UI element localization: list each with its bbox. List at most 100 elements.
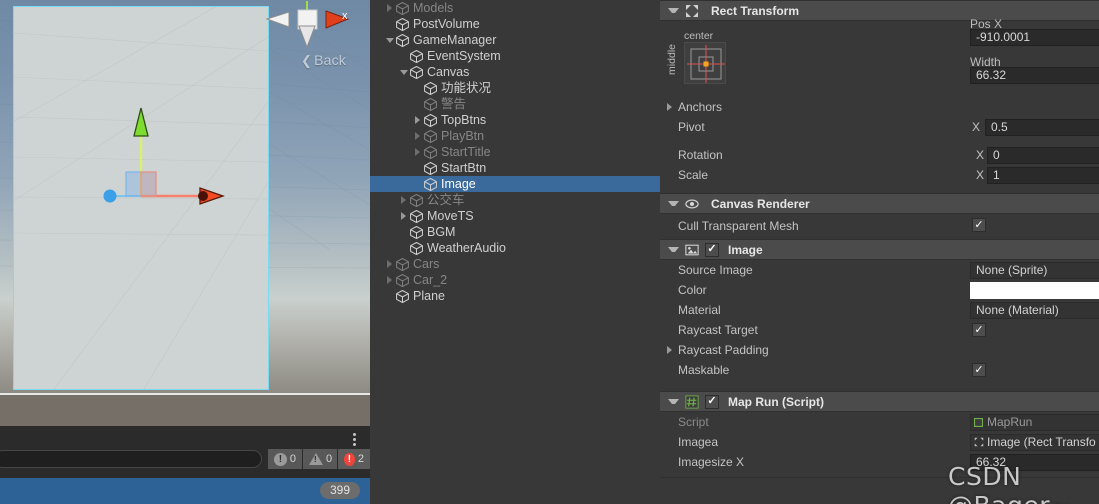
- hierarchy-item-postvolume[interactable]: PostVolume: [370, 16, 660, 32]
- move-gizmo[interactable]: [95, 100, 240, 205]
- component-header-canvas-renderer[interactable]: Canvas Renderer: [660, 193, 1099, 214]
- chevron-right-icon[interactable]: [412, 112, 423, 128]
- console-log-count-button[interactable]: ! 0: [268, 449, 302, 469]
- material-value: None (Material): [976, 303, 1059, 317]
- hierarchy-item-starttitle[interactable]: StartTitle: [370, 144, 660, 160]
- material-row: Material None (Material): [660, 300, 1099, 320]
- chevron-right-icon[interactable]: [384, 0, 395, 16]
- pivot-row: Pivot X 0.5: [660, 117, 1099, 137]
- scale-x-field[interactable]: 1: [987, 166, 1099, 184]
- hierarchy-item-label: StartBtn: [441, 161, 487, 175]
- collapse-triangle-icon[interactable]: [668, 247, 679, 252]
- hierarchy-item-eventsystem[interactable]: EventSystem: [370, 48, 660, 64]
- gameobject-cube-icon: [395, 273, 413, 288]
- cull-transparent-mesh-checkbox[interactable]: [972, 218, 986, 232]
- anchor-preset-widget[interactable]: [684, 42, 726, 84]
- scene-back-button[interactable]: ❮ Back: [301, 52, 346, 69]
- unity-editor-window: x ❮Back ! 0 0 ! 2 399 Models PostVolume Ga…: [0, 0, 1099, 504]
- rotation-x-field[interactable]: 0: [987, 146, 1099, 164]
- chevron-right-icon[interactable]: [398, 208, 409, 224]
- source-image-field[interactable]: None (Sprite): [970, 262, 1099, 279]
- collapse-triangle-icon[interactable]: [668, 201, 679, 206]
- gameobject-cube-icon: [423, 97, 441, 112]
- chevron-right-icon[interactable]: [384, 272, 395, 288]
- hierarchy-item-plane[interactable]: Plane: [370, 288, 660, 304]
- gameobject-cube-icon: [395, 257, 413, 272]
- hierarchy-item-功能状况[interactable]: 功能状况: [370, 80, 660, 96]
- pivot-label: Pivot: [678, 120, 705, 134]
- hierarchy-item-car_2[interactable]: Car_2: [370, 272, 660, 288]
- chevron-down-icon[interactable]: [398, 64, 409, 80]
- console-search-input[interactable]: [0, 450, 262, 468]
- gameobject-cube-icon: [395, 1, 413, 16]
- gameobject-cube-icon: [395, 289, 413, 304]
- hierarchy-item-image[interactable]: Image: [370, 176, 660, 192]
- hierarchy-item-label: TopBtns: [441, 113, 487, 127]
- component-header-map-run[interactable]: Map Run (Script): [660, 391, 1099, 412]
- imagesize-x-field[interactable]: 66.32: [970, 454, 1099, 471]
- more-options-icon[interactable]: [347, 431, 361, 447]
- scene-orientation-gizmo[interactable]: x: [262, 0, 352, 48]
- hierarchy-item-weatheraudio[interactable]: WeatherAudio: [370, 240, 660, 256]
- script-field[interactable]: MapRun: [970, 414, 1099, 431]
- expand-triangle-icon[interactable]: [667, 103, 672, 111]
- collapse-triangle-icon[interactable]: [668, 8, 679, 13]
- warning-icon: [309, 453, 323, 465]
- material-label: Material: [678, 303, 721, 317]
- hierarchy-item-models[interactable]: Models: [370, 0, 660, 16]
- script-row: Script MapRun: [660, 412, 1099, 432]
- hierarchy-item-label: PostVolume: [413, 17, 480, 31]
- chevron-right-icon[interactable]: [384, 256, 395, 272]
- hierarchy-item-bgm[interactable]: BGM: [370, 224, 660, 240]
- component-header-rect-transform[interactable]: Rect Transform: [660, 0, 1099, 21]
- hierarchy-item-topbtns[interactable]: TopBtns: [370, 112, 660, 128]
- chevron-left-icon: ❮: [300, 53, 313, 68]
- hierarchy-item-公交车[interactable]: 公交车: [370, 192, 660, 208]
- script-label: Script: [678, 415, 709, 429]
- log-icon: !: [274, 452, 287, 466]
- hierarchy-item-startbtn[interactable]: StartBtn: [370, 160, 660, 176]
- gameobject-cube-icon: [423, 145, 441, 160]
- chevron-down-icon[interactable]: [384, 32, 395, 48]
- chevron-right-icon[interactable]: [412, 128, 423, 144]
- console-warning-count-button[interactable]: 0: [303, 449, 337, 469]
- hierarchy-item-cars[interactable]: Cars: [370, 256, 660, 272]
- game-view[interactable]: [0, 393, 370, 426]
- raycast-padding-row[interactable]: Raycast Padding: [660, 340, 1099, 360]
- error-count-value: 2: [357, 453, 364, 465]
- pos-x-field[interactable]: -910.0001: [970, 29, 1099, 46]
- imagea-field[interactable]: Image (Rect Transfo: [970, 434, 1099, 451]
- hierarchy-item-警告[interactable]: 警告: [370, 96, 660, 112]
- hierarchy-item-playbtn[interactable]: PlayBtn: [370, 128, 660, 144]
- collapse-triangle-icon[interactable]: [668, 399, 679, 404]
- width-field[interactable]: 66.32: [970, 67, 1099, 84]
- hierarchy-item-gamemanager[interactable]: GameManager: [370, 32, 660, 48]
- hierarchy-item-label: PlayBtn: [441, 129, 485, 143]
- anchors-row[interactable]: Anchors: [660, 97, 1099, 117]
- hierarchy-item-movets[interactable]: MoveTS: [370, 208, 660, 224]
- eye-icon: [685, 198, 699, 209]
- raycast-target-checkbox[interactable]: [972, 323, 986, 337]
- image-enabled-checkbox[interactable]: [705, 242, 719, 257]
- color-label: Color: [678, 283, 707, 297]
- hierarchy-item-canvas[interactable]: Canvas: [370, 64, 660, 80]
- hierarchy-item-label: EventSystem: [427, 49, 501, 63]
- hierarchy-item-label: 警告: [441, 97, 467, 111]
- chevron-right-icon[interactable]: [398, 192, 409, 208]
- imagea-label: Imagea: [678, 435, 719, 449]
- pos-x-value: -910.0001: [976, 30, 1031, 44]
- maskable-checkbox[interactable]: [972, 363, 986, 377]
- color-swatch-field[interactable]: [970, 282, 1099, 299]
- pivot-x-field[interactable]: 0.5: [985, 118, 1099, 136]
- expand-triangle-icon[interactable]: [667, 346, 672, 354]
- status-pill: 399: [319, 482, 360, 499]
- material-field[interactable]: None (Material): [970, 302, 1099, 319]
- component-header-image[interactable]: Image: [660, 239, 1099, 260]
- error-icon: !: [344, 452, 355, 466]
- hierarchy-panel[interactable]: Models PostVolume GameManager EventSystem Ca…: [370, 0, 660, 504]
- scene-view[interactable]: x ❮ Back: [0, 0, 370, 393]
- map-run-enabled-checkbox[interactable]: [705, 394, 719, 409]
- chevron-right-icon[interactable]: [412, 144, 423, 160]
- console-error-count-button[interactable]: ! 2: [338, 449, 370, 469]
